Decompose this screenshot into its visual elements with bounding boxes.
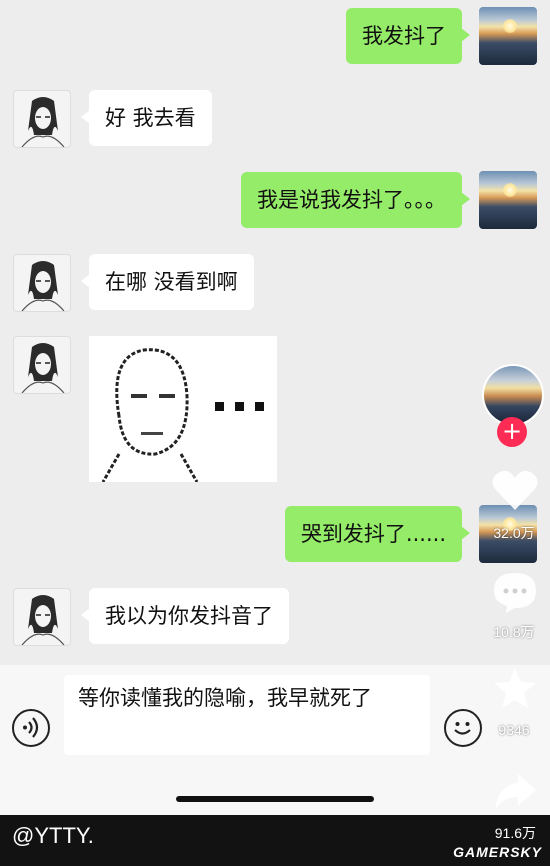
friend-avatar[interactable] bbox=[13, 254, 71, 312]
emoji-button[interactable] bbox=[444, 709, 482, 747]
message-text: 好 我去看 bbox=[105, 106, 196, 130]
sketch-face-icon bbox=[21, 97, 65, 147]
smiley-icon bbox=[454, 722, 471, 735]
share-count: 91.6万 bbox=[494, 825, 536, 841]
author-handle[interactable]: @YTTY. bbox=[12, 823, 94, 849]
comment-icon[interactable] bbox=[490, 570, 540, 614]
video-footer: @YTTY. 91.6万 GAMERSKY bbox=[0, 815, 550, 866]
heart-icon[interactable] bbox=[490, 468, 540, 512]
favorite-count: 9346 bbox=[498, 722, 530, 738]
message-text: 我发抖了 bbox=[362, 24, 446, 48]
message-bubble-sent[interactable]: 我是说我发抖了。。。 bbox=[241, 172, 470, 228]
message-bubble-received[interactable]: 在哪 没看到啊 bbox=[81, 254, 254, 310]
share-icon[interactable] bbox=[490, 770, 540, 814]
pixel-face-sticker bbox=[101, 348, 264, 483]
star-icon[interactable] bbox=[490, 666, 540, 710]
follow-button[interactable]: + bbox=[497, 417, 527, 447]
comment-count: 10.8万 bbox=[493, 624, 535, 640]
message-bubble-sent[interactable]: 哭到发抖了...... bbox=[284, 506, 471, 562]
home-indicator bbox=[176, 796, 374, 802]
sketch-face-icon bbox=[21, 595, 65, 645]
like-count: 32.0万 bbox=[493, 525, 535, 541]
watermark: GAMERSKY bbox=[453, 844, 542, 860]
message-bubble-received[interactable]: 好 我去看 bbox=[81, 90, 212, 146]
message-text: 哭到发抖了...... bbox=[300, 522, 446, 546]
message-text: 我以为你发抖音了 bbox=[105, 604, 273, 628]
message-bubble-received[interactable]: 我以为你发抖音了 bbox=[81, 588, 289, 644]
input-bar: 等你读懂我的隐喻，我早就死了 bbox=[0, 665, 550, 815]
friend-avatar[interactable] bbox=[13, 588, 71, 646]
message-input[interactable]: 等你读懂我的隐喻，我早就死了 bbox=[64, 675, 430, 755]
voice-icon bbox=[23, 717, 39, 738]
friend-avatar[interactable] bbox=[13, 90, 71, 148]
friend-avatar[interactable] bbox=[13, 336, 71, 394]
my-avatar[interactable] bbox=[479, 171, 537, 229]
sticker-message[interactable] bbox=[89, 336, 277, 483]
chat-area: 我发抖了 好 我去看 我是说我发抖了。。。 在哪 没看到啊 哭到发抖了.....… bbox=[0, 0, 550, 665]
message-text: 我是说我发抖了。。。 bbox=[257, 188, 446, 212]
voice-input-button[interactable] bbox=[12, 709, 50, 747]
my-avatar[interactable] bbox=[479, 7, 537, 65]
sketch-face-icon bbox=[21, 343, 65, 393]
sketch-face-icon bbox=[21, 261, 65, 311]
message-text: 在哪 没看到啊 bbox=[105, 270, 238, 294]
message-bubble-sent[interactable]: 我发抖了 bbox=[346, 8, 470, 64]
